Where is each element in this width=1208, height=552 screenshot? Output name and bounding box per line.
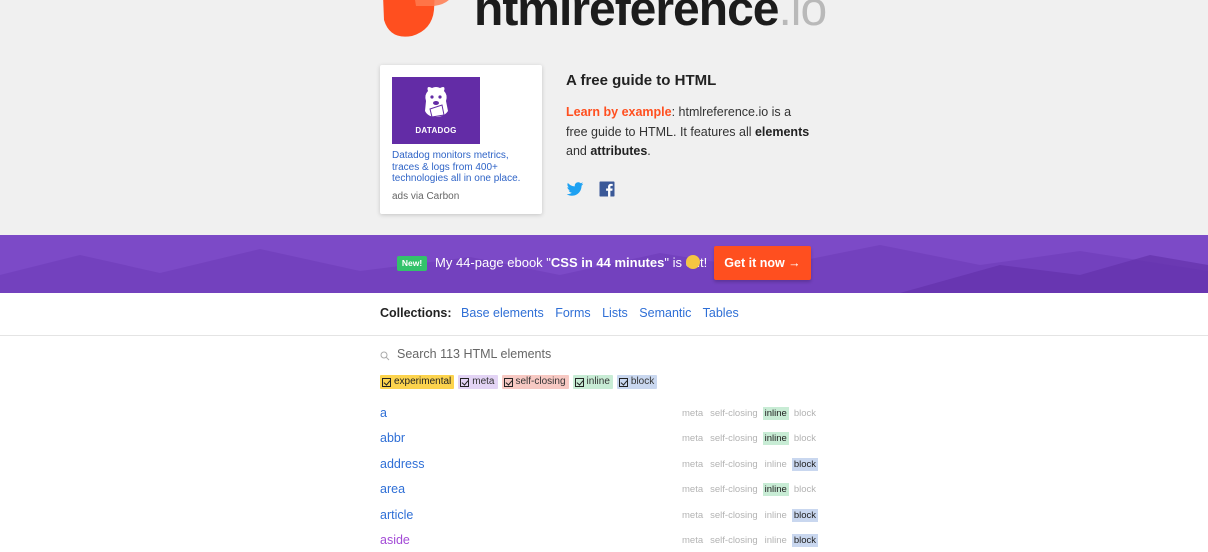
tag-inline: inline: [764, 459, 787, 470]
checkbox-icon: [460, 377, 470, 387]
tag-self-closing: self-closing: [710, 459, 758, 470]
intro-title: A free guide to HTML: [566, 72, 717, 89]
tag-meta: meta: [682, 459, 704, 470]
tag-block: block: [793, 484, 817, 495]
tag-self-closing: self-closing: [710, 408, 758, 419]
tag-inline: inline: [762, 432, 789, 445]
tag-inline: inline: [762, 483, 789, 496]
list-item: address meta self-closing inline block: [380, 452, 830, 477]
tag-self-closing: self-closing: [710, 433, 758, 444]
tag-self-closing: self-closing: [710, 484, 758, 495]
banner-text-before: My 44-page ebook ": [435, 255, 551, 270]
list-item: abbr meta self-closing inline block: [380, 426, 830, 451]
site-logo[interactable]: htmlreference.io: [474, 0, 827, 37]
collections-label: Collections:: [380, 306, 452, 320]
list-item: a meta self-closing inline block: [380, 401, 830, 426]
element-tags: meta self-closing inline block: [680, 534, 821, 547]
tag-inline: inline: [762, 407, 789, 420]
tag-block: block: [793, 408, 817, 419]
intro: A free guide to HTML Learn by example: h…: [566, 72, 816, 162]
twitter-icon[interactable]: [566, 180, 584, 198]
element-link[interactable]: a: [380, 406, 387, 420]
learn-by-example-link[interactable]: Learn by example: [566, 105, 672, 119]
tag-meta: meta: [682, 433, 704, 444]
tag-meta: meta: [682, 535, 704, 546]
facebook-icon[interactable]: [598, 180, 616, 198]
filter-list: experimental meta self-closing inline bl…: [380, 375, 658, 389]
tag-self-closing: self-closing: [710, 510, 758, 521]
collection-base-elements[interactable]: Base elements: [461, 306, 544, 320]
logo-tld: .io: [778, 0, 827, 36]
element-link[interactable]: aside: [380, 533, 410, 547]
list-item: area meta self-closing inline block: [380, 477, 830, 502]
intro-body: Learn by example: htmlreference.io is a …: [566, 103, 816, 162]
search-icon: [380, 351, 390, 361]
logo-icon[interactable]: [376, 0, 460, 38]
intro-attributes: attributes: [590, 144, 648, 158]
collection-lists[interactable]: Lists: [602, 306, 628, 320]
element-tags: meta self-closing inline block: [680, 483, 821, 496]
filter-meta[interactable]: meta: [458, 375, 498, 389]
tag-block: block: [791, 458, 819, 471]
social-links: [566, 180, 616, 198]
intro-text-2: and: [566, 144, 591, 158]
filter-label: meta: [472, 376, 495, 387]
collection-tables[interactable]: Tables: [703, 306, 739, 320]
search-input[interactable]: [397, 347, 817, 361]
tag-block: block: [791, 509, 819, 522]
element-link[interactable]: abbr: [380, 431, 405, 445]
collections-bar: Collections: Base elements Forms Lists S…: [0, 293, 1208, 336]
tag-block: block: [793, 433, 817, 444]
filter-self-closing[interactable]: self-closing: [501, 375, 569, 389]
element-link[interactable]: address: [380, 457, 424, 471]
element-tags: meta self-closing inline block: [680, 509, 821, 522]
tag-meta: meta: [682, 510, 704, 521]
logo-name: htmlreference: [474, 0, 779, 36]
checkbox-icon: [382, 377, 391, 387]
filter-block[interactable]: block: [616, 375, 658, 389]
tag-inline: inline: [764, 535, 787, 546]
new-badge: New!: [397, 256, 427, 271]
banner-text: My 44-page ebook "CSS in 44 minutes" is …: [435, 255, 707, 270]
element-link[interactable]: article: [380, 508, 413, 522]
datadog-logo-icon: [425, 87, 448, 118]
filter-experimental[interactable]: experimental: [380, 375, 455, 389]
ad-image[interactable]: DATADOG: [392, 77, 480, 144]
collection-semantic[interactable]: Semantic: [639, 306, 691, 320]
element-tags: meta self-closing inline block: [680, 458, 821, 471]
tag-meta: meta: [682, 484, 704, 495]
intro-elements: elements: [754, 124, 810, 139]
tag-block: block: [791, 534, 819, 547]
filter-label: block: [630, 376, 655, 387]
checkbox-icon: [618, 377, 628, 387]
list-item: aside meta self-closing inline block: [380, 528, 830, 552]
checkbox-icon: [503, 377, 513, 387]
ad-text[interactable]: Datadog monitors metrics, traces & logs …: [392, 150, 532, 185]
list-item: article meta self-closing inline block: [380, 503, 830, 528]
intro-text-3: .: [647, 144, 651, 158]
collection-forms[interactable]: Forms: [555, 306, 590, 320]
filter-label: self-closing: [515, 376, 566, 387]
tag-meta: meta: [682, 408, 704, 419]
filter-label: inline: [586, 376, 610, 387]
checkbox-icon: [574, 377, 584, 387]
hero-section: htmlreference.io DATADOG Datadog monitor…: [0, 0, 1208, 235]
smiley-icon: [686, 255, 700, 269]
tag-inline: inline: [764, 510, 787, 521]
get-it-now-button[interactable]: Get it now →: [714, 246, 811, 280]
ad-brand: DATADOG: [415, 126, 457, 135]
search-bar: [380, 347, 830, 365]
element-link[interactable]: area: [380, 482, 405, 496]
filter-label: experimental: [394, 376, 452, 387]
carbon-ad[interactable]: DATADOG Datadog monitors metrics, traces…: [380, 65, 542, 214]
tag-self-closing: self-closing: [710, 535, 758, 546]
element-tags: meta self-closing inline block: [680, 432, 821, 445]
filter-inline[interactable]: inline: [572, 375, 613, 389]
element-tags: meta self-closing inline block: [680, 407, 821, 420]
ad-via-link[interactable]: ads via Carbon: [392, 191, 459, 202]
banner-book-title: CSS in 44 minutes: [550, 255, 665, 270]
